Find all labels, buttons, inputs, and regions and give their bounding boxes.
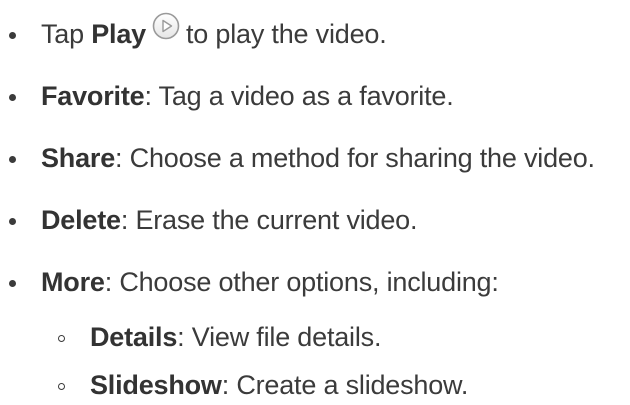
item-rest: : Choose a method for sharing the video.	[115, 142, 595, 173]
item-label-favorite: Favorite	[41, 80, 145, 111]
play-icon	[152, 12, 180, 40]
item-label-slideshow: Slideshow	[90, 369, 222, 400]
item-text: Share : Choose a method for sharing the …	[41, 138, 595, 178]
item-label-details: Details	[90, 321, 178, 352]
item-text: Delete : Erase the current video.	[41, 200, 418, 240]
item-rest: : Erase the current video.	[120, 204, 418, 235]
item-rest: to play the video.	[185, 18, 387, 49]
item-rest: : Tag a video as a favorite.	[144, 80, 454, 111]
sub-bullet	[58, 335, 65, 342]
item-rest: : Choose other options, including:	[104, 266, 499, 297]
bullet	[9, 218, 16, 225]
item-text: Slideshow : Create a slideshow.	[90, 365, 468, 405]
bullet	[9, 156, 16, 163]
item-label-more: More	[41, 266, 105, 297]
item-text: More : Choose other options, including:	[41, 262, 499, 302]
item-text: Favorite : Tag a video as a favorite.	[41, 76, 454, 116]
item-label-share: Share	[41, 142, 116, 173]
item-prefix: Tap	[41, 18, 92, 49]
item-label-delete: Delete	[41, 204, 121, 235]
bullet	[9, 280, 16, 287]
bullet	[9, 32, 16, 39]
bullet	[9, 94, 16, 101]
item-rest: : Create a slideshow.	[221, 369, 469, 400]
item-label-play: Play	[91, 18, 146, 49]
item-text: Tap Play to play the video.	[41, 12, 387, 54]
item-rest: : View file details.	[177, 321, 382, 352]
item-text: Details : View file details.	[90, 317, 381, 357]
sub-bullet	[58, 383, 65, 390]
